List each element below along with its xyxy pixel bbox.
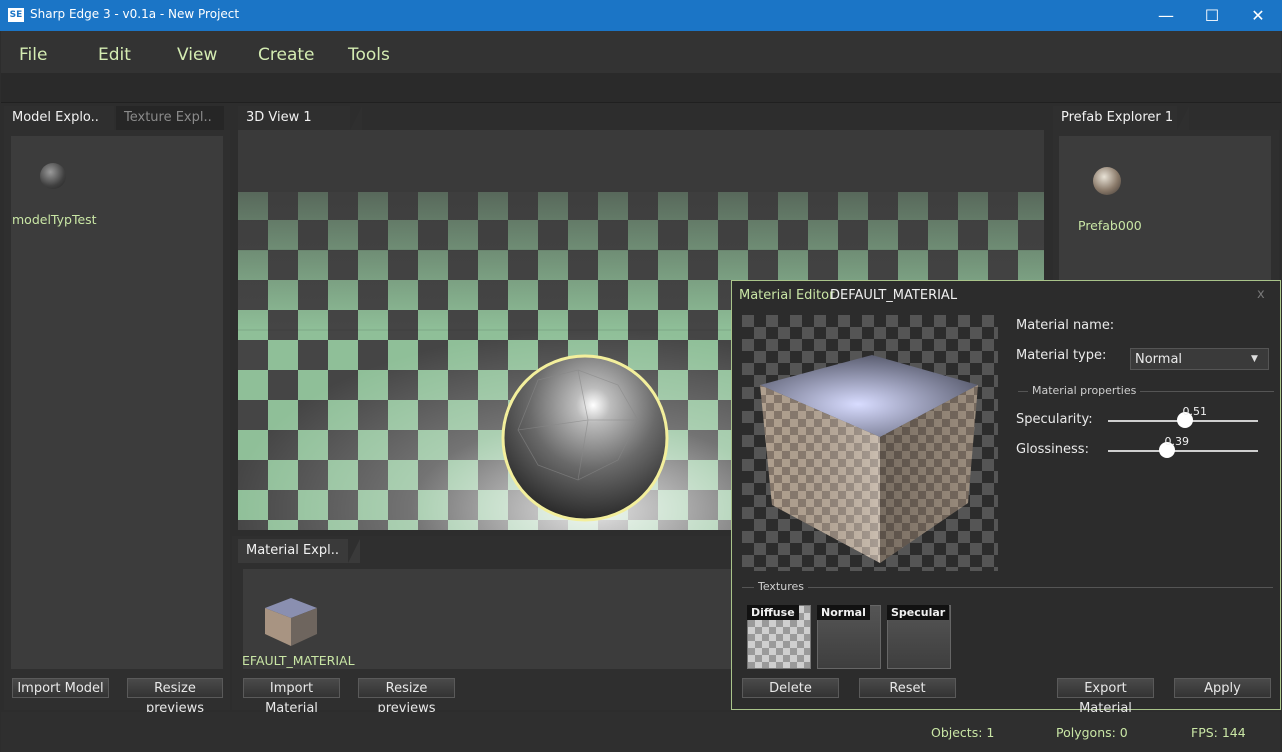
prefab-thumbnail[interactable] [1093,167,1121,195]
diffuse-texture-tag: Diffuse [747,605,799,620]
status-bar: Objects: 1 Polygons: 0 FPS: 144 [1,712,1281,752]
window-title: Sharp Edge 3 - v0.1a - New Project [30,7,240,21]
title-bar: SE Sharp Edge 3 - v0.1a - New Project — … [0,0,1282,31]
specularity-value: 0.51 [1182,405,1208,418]
glossiness-label: Glossiness: [1016,442,1089,457]
material-type-select[interactable]: Normal ▼ [1130,348,1269,370]
menu-file[interactable]: File [19,45,47,65]
normal-texture-tag: Normal [817,605,870,620]
specular-texture-tag: Specular [887,605,950,620]
chevron-down-icon: ▼ [1251,354,1258,364]
export-material-button[interactable]: Export Material [1057,678,1154,716]
glossiness-slider[interactable] [1108,450,1258,452]
toolbar-strip [1,73,1281,103]
material-type-value: Normal [1135,352,1183,367]
material-name-label: Material name: [1016,318,1115,333]
cube-icon [265,598,317,646]
model-thumbnail[interactable] [40,163,66,189]
tab-3d-view[interactable]: 3D View 1 Came.. [238,106,350,149]
material-type-label: Material type: [1016,348,1107,363]
tab-texture-explorer[interactable]: Texture Expl.. [116,106,224,130]
resize-previews-button[interactable]: Resize previews [358,678,455,716]
close-editor-button[interactable]: x [1257,287,1265,302]
objects-count: Objects: 1 [931,725,995,740]
tab-notch [350,106,362,130]
tab-notch [1177,106,1189,130]
fps-counter: FPS: 144 [1191,725,1246,740]
material-preview-cube [742,315,998,571]
material-thumbnail[interactable] [263,596,319,648]
apply-button[interactable]: Apply [1174,678,1271,698]
resize-previews-button[interactable]: Resize previews [127,678,223,716]
textures-divider [742,587,1273,588]
specularity-label: Specularity: [1016,412,1093,427]
prefab-list [1059,136,1271,280]
material-editor-window: Material Editor DEFAULT_MATERIAL x Mater… [731,280,1281,716]
menu-edit[interactable]: Edit [98,45,131,65]
material-editor-title-name: DEFAULT_MATERIAL [830,288,958,303]
maximize-button[interactable]: ☐ [1189,0,1235,31]
close-window-button[interactable]: ✕ [1235,0,1281,31]
model-item-label[interactable]: modelTypTest [12,212,97,227]
app-logo-icon: SE [8,8,24,22]
menu-bar: File Edit View Create Tools [1,31,1281,73]
minimize-button[interactable]: — [1143,0,1189,31]
material-item-label[interactable]: EFAULT_MATERIAL [242,653,355,668]
import-model-button[interactable]: Import Model [12,678,109,698]
tab-model-explorer[interactable]: Model Explo.. [4,106,114,130]
material-editor-title-prefix: Material Editor [739,288,835,303]
prefab-item-label[interactable]: Prefab000 [1078,218,1142,233]
textures-header: Textures [754,580,808,593]
material-properties-header: Material properties [1028,384,1141,397]
glossiness-value: 0.39 [1164,435,1190,448]
import-material-button[interactable]: Import Material [243,678,340,716]
menu-view[interactable]: View [177,45,217,65]
menu-tools[interactable]: Tools [348,45,390,65]
tab-notch [348,539,360,563]
delete-button[interactable]: Delete [742,678,839,698]
menu-create[interactable]: Create [258,45,315,65]
tab-material-explorer[interactable]: Material Expl.. [238,539,348,563]
reset-button[interactable]: Reset [859,678,956,698]
polygons-count: Polygons: 0 [1056,725,1128,740]
tab-prefab-explorer[interactable]: Prefab Explorer 1 [1053,106,1177,130]
material-preview [742,315,998,571]
